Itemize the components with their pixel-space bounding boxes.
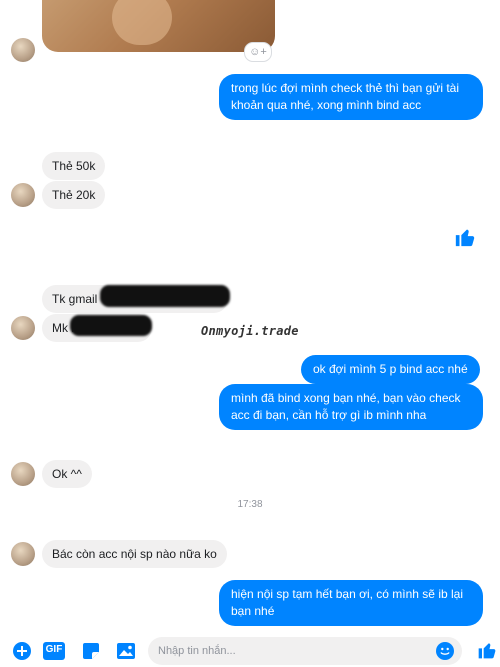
photo-detail xyxy=(112,0,172,45)
timestamp: 17:38 xyxy=(237,499,263,510)
redaction xyxy=(100,285,230,307)
message-incoming[interactable]: Ok ^^ xyxy=(42,460,92,488)
message-incoming[interactable]: Thẻ 50k xyxy=(42,152,106,180)
gif-icon[interactable]: GIF xyxy=(43,641,65,661)
sticker-icon[interactable] xyxy=(81,641,101,661)
watermark: Onmyoji.trade xyxy=(201,324,299,338)
redaction xyxy=(70,315,152,336)
avatar xyxy=(11,38,35,62)
message-text: Tk gmail xyxy=(52,292,98,306)
message-text: ok đợi mình 5 p bind acc nhé xyxy=(313,362,468,376)
thumbs-up-icon[interactable] xyxy=(476,639,498,661)
message-text: Ok ^^ xyxy=(52,467,82,481)
message-outgoing[interactable]: mình đã bind xong bạn nhé, bạn vào check… xyxy=(219,384,483,430)
message-text: Thẻ 50k xyxy=(52,159,96,173)
avatar xyxy=(11,183,35,207)
shared-photo[interactable] xyxy=(42,0,275,52)
message-text: trong lúc đợi mình check thẻ thì bạn gửi… xyxy=(231,81,460,112)
message-input[interactable]: Nhập tin nhắn... xyxy=(148,637,462,665)
message-text: Thẻ 20k xyxy=(52,188,96,202)
image-icon[interactable] xyxy=(116,641,136,661)
gif-label: GIF xyxy=(45,644,63,655)
thumbs-up-icon[interactable] xyxy=(454,226,475,247)
avatar xyxy=(11,462,35,486)
message-outgoing[interactable]: trong lúc đợi mình check thẻ thì bạn gửi… xyxy=(219,74,483,120)
message-text: Bác còn acc nội sp nào nữa ko xyxy=(52,547,217,561)
message-text: hiện nội sp tạm hết bạn ơi, có mình sẽ i… xyxy=(231,587,463,618)
avatar xyxy=(11,316,35,340)
add-reaction-icon[interactable]: ☺+ xyxy=(244,42,272,62)
message-outgoing[interactable]: ok đợi mình 5 p bind acc nhé xyxy=(301,355,480,384)
message-outgoing[interactable]: hiện nội sp tạm hết bạn ơi, có mình sẽ i… xyxy=(219,580,483,626)
emoji-icon[interactable] xyxy=(436,642,454,660)
message-incoming[interactable]: Bác còn acc nội sp nào nữa ko xyxy=(42,540,227,568)
message-incoming[interactable]: Thẻ 20k xyxy=(42,181,106,209)
message-input-placeholder: Nhập tin nhắn... xyxy=(158,645,236,657)
plus-circle-icon[interactable] xyxy=(12,641,32,661)
avatar xyxy=(11,542,35,566)
message-text: mình đã bind xong bạn nhé, bạn vào check… xyxy=(231,391,461,422)
